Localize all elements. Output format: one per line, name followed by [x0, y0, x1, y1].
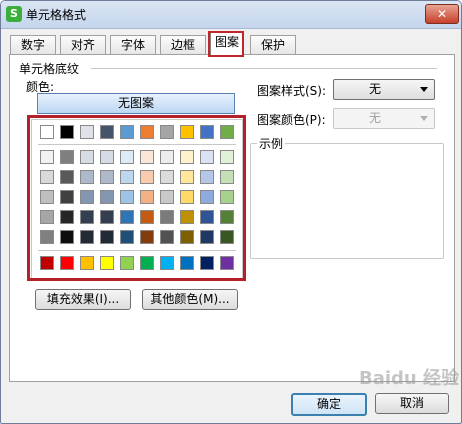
wps-app-icon: S — [6, 6, 22, 22]
palette-highlight-box — [27, 115, 246, 281]
tab-border[interactable]: 边框 — [160, 35, 206, 54]
tab-alignment[interactable]: 对齐 — [60, 35, 106, 54]
ok-button[interactable]: 确定 — [291, 393, 367, 416]
preview-box — [250, 143, 444, 259]
dialog-title: 单元格格式 — [26, 8, 87, 22]
pattern-style-dropdown[interactable]: 无 — [333, 79, 435, 100]
preview-title: 示例 — [257, 135, 286, 152]
group-divider — [91, 68, 437, 69]
pattern-style-label: 图案样式(S): — [257, 84, 327, 98]
close-button[interactable]: ✕ — [425, 4, 459, 24]
fill-effects-button[interactable]: 填充效果(I)... — [35, 289, 131, 310]
format-cells-dialog: S 单元格格式 ✕ 数字 对齐 字体 边框 图案 保护 单元格底纹 颜色: 无图… — [0, 0, 462, 424]
more-colors-button[interactable]: 其他颜色(M)... — [142, 289, 238, 310]
tab-highlight-box — [208, 31, 244, 57]
pattern-color-dropdown[interactable]: 无 — [333, 108, 435, 129]
tab-number[interactable]: 数字 — [10, 35, 56, 54]
cancel-button[interactable]: 取消 — [375, 393, 449, 414]
pattern-color-label: 图案颜色(P): — [257, 113, 326, 127]
chevron-down-icon — [420, 87, 428, 92]
tab-protection[interactable]: 保护 — [250, 35, 296, 54]
pattern-style-value: 无 — [368, 82, 381, 96]
tab-font[interactable]: 字体 — [110, 35, 156, 54]
watermark: Baidu 经验 — [359, 368, 460, 389]
shading-group-title: 单元格底纹 — [19, 60, 80, 77]
title-bar: S 单元格格式 ✕ — [1, 1, 461, 29]
pattern-color-value: 无 — [368, 111, 381, 125]
no-pattern-button[interactable]: 无图案 — [37, 93, 235, 114]
chevron-down-icon — [420, 116, 428, 121]
